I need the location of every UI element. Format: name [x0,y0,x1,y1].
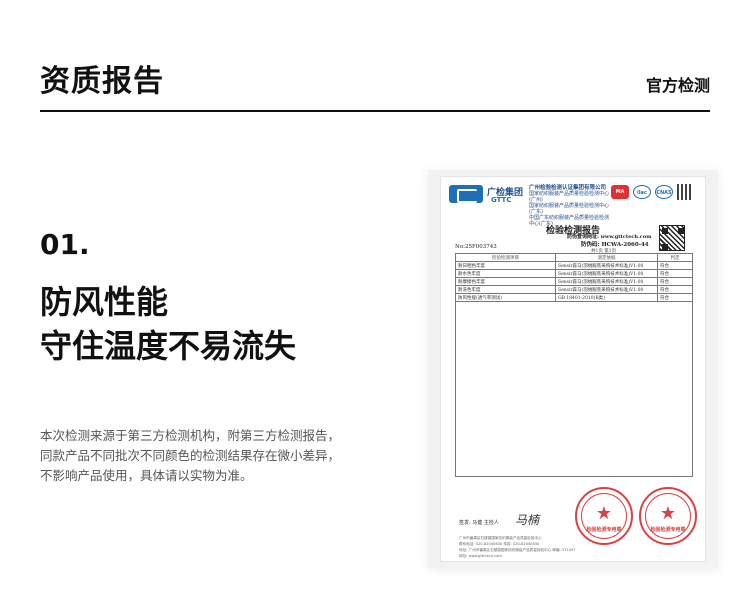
description-line-1: 本次检测来源于第三方检测机构，附第三方检测报告， [40,428,341,443]
description-line-2: 同款产品不同批次不同颜色的检测结果存在微小差异， [40,448,341,463]
barcode-icon [677,184,693,200]
report-number: No:25F003743 [455,244,497,250]
table-cell: 符合 [657,277,693,286]
seal-text: 检验检测专用章 [650,527,686,533]
header-divider [40,110,710,112]
official-seal-stamp-2: ★ 检验检测专用章 [639,487,697,545]
official-seal-stamp: ★ 检验检测专用章 [575,487,633,545]
ilac-cert-icon: ilac [633,185,651,199]
cma-cert-icon: MA [611,185,629,199]
sign-label: 签发: 马健 主检人 [459,520,499,526]
footer-line-4: 网址: www.gttctech.com [459,554,502,558]
column-header: 判定 [657,253,693,262]
table-header-row: 检验检测项目 测定依据 判定 [455,253,693,262]
table-cell: 耐摩擦色牢度 [455,277,556,286]
query-site: 防伪查询网址: www.gttctech.com [567,234,652,240]
table-cell: 耐水色牢度 [455,269,556,278]
table-cell: 符合 [657,261,693,270]
section-description: 本次检测来源于第三方检测机构，附第三方检测报告， 同款产品不同批次不同颜色的检测… [40,426,370,486]
table-row: 耐水色牢度 Sensir森马(羽绒服装采购技术标准)V1.00 符合 [455,269,693,278]
table-cell: Sensir森马(羽绒服装采购技术标准)V1.00 [555,269,658,278]
section-headline: 防风性能 守住温度不易流失 [40,280,296,368]
description-line-3: 不影响产品使用，具体请以实物为准。 [40,468,253,483]
company-sub-2: 国家纺织服装产品质量检验检测中心(广东) [529,203,610,215]
section-number: 01. [40,228,90,261]
seal-text: 检验检测专用章 [586,527,622,533]
column-header: 检验检测项目 [455,253,556,262]
column-header: 测定依据 [555,253,658,262]
table-cell: 耐日晒色牢度 [455,261,556,270]
table-row: 耐摩擦色牢度 Sensir森马(羽绒服装采购技术标准)V1.00 符合 [455,277,693,286]
header-tag: 官方检测 [645,76,710,95]
company-info: 广州检验检测认证集团有限公司 国家纺织服装产品质量检验检测中心(广州) 国家纺织… [529,185,609,227]
anti-fake-code: 防伪码: HCWA-2060-44 [581,242,649,248]
test-report-document: 广检集团 GTTC 广州检验检测认证集团有限公司 国家纺织服装产品质量检验检测中… [440,176,706,562]
headline-line-1: 防风性能 [40,283,169,321]
qr-code-icon [659,225,685,251]
star-icon: ★ [659,503,677,524]
table-cell: 符合 [657,269,693,278]
table-cell: Sensir森马(羽绒服装采购技术标准)V1.00 [555,277,658,286]
star-icon: ★ [595,503,613,524]
table-blank-area [455,293,693,477]
headline-line-2: 守住温度不易流失 [40,327,297,365]
cnas-cert-icon: CNAS [655,185,673,199]
gttc-logo-icon [449,185,483,203]
company-sub-1: 国家纺织服装产品质量检验检测中心(广州) [529,191,610,203]
table-cell: Sensir森马(羽绒服装采购技术标准)V1.00 [555,261,658,270]
table-row: 耐日晒色牢度 Sensir森马(羽绒服装采购技术标准)V1.00 符合 [455,261,693,270]
org-name-en: GTTC [491,196,512,204]
handwritten-signature: 马楠 [515,513,540,527]
page-title: 资质报告 [40,64,164,99]
